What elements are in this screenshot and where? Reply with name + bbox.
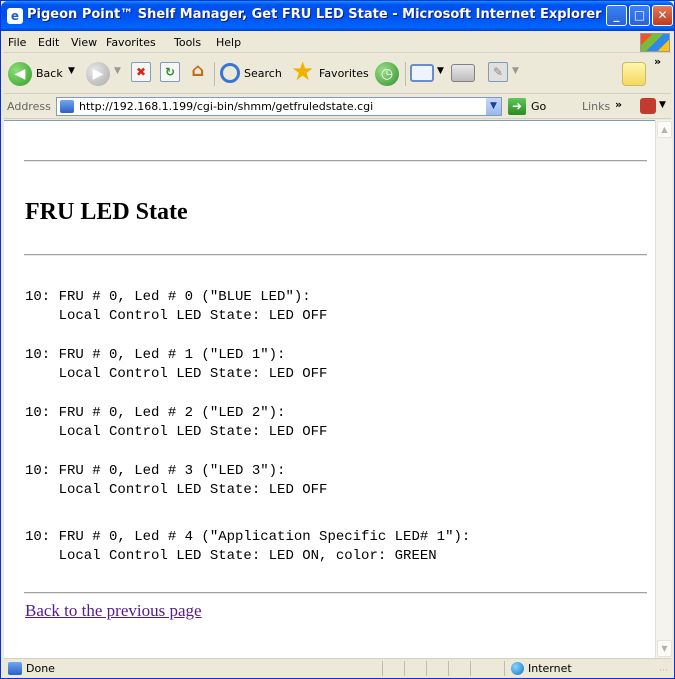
menu-view[interactable]: View: [71, 36, 97, 49]
search-icon[interactable]: [220, 63, 240, 83]
stop-icon[interactable]: ✖: [131, 62, 151, 82]
extension-dropdown-icon[interactable]: ▼: [659, 100, 666, 110]
led-entry-0-header: 10: FRU # 0, Led # 0 ("BLUE LED"):: [25, 289, 311, 305]
vertical-scrollbar[interactable]: ▲ ▼: [655, 120, 672, 658]
menu-edit[interactable]: Edit: [38, 36, 59, 49]
close-button[interactable]: ✕: [652, 5, 673, 26]
forward-dropdown-icon[interactable]: ▼: [114, 66, 121, 76]
address-url[interactable]: http://192.168.1.199/cgi-bin/shmm/getfru…: [79, 100, 373, 113]
led-entry-1-header: 10: FRU # 0, Led # 1 ("LED 1"):: [25, 347, 286, 363]
search-button-label[interactable]: Search: [244, 67, 282, 80]
scroll-down-icon[interactable]: ▼: [657, 640, 672, 657]
title-bar[interactable]: e Pigeon Point™ Shelf Manager, Get FRU L…: [1, 1, 674, 31]
menu-tools[interactable]: Tools: [174, 36, 201, 49]
page-icon: [60, 100, 74, 113]
bottom-divider: [24, 592, 647, 594]
led-entry-4-header: 10: FRU # 0, Led # 4 ("Application Speci…: [25, 529, 471, 545]
menu-favorites[interactable]: Favorites: [106, 36, 156, 49]
edit-dropdown-icon[interactable]: ▼: [512, 66, 519, 76]
favorites-button-label[interactable]: Favorites: [319, 67, 369, 80]
mail-dropdown-icon[interactable]: ▼: [437, 66, 444, 76]
links-label[interactable]: Links: [582, 100, 610, 113]
windows-logo-icon: [640, 33, 670, 52]
maximize-button[interactable]: □: [629, 5, 650, 26]
top-divider: [24, 160, 647, 162]
address-dropdown-icon[interactable]: ▼: [486, 98, 501, 115]
browser-window: e Pigeon Point™ Shelf Manager, Get FRU L…: [0, 0, 675, 679]
back-button-label[interactable]: Back: [36, 67, 63, 80]
favorites-star-icon[interactable]: ★: [291, 58, 314, 86]
back-arrow-icon[interactable]: ◀: [8, 62, 32, 86]
mail-icon[interactable]: [410, 64, 434, 82]
led-entry-2-header: 10: FRU # 0, Led # 2 ("LED 2"):: [25, 405, 286, 421]
home-icon[interactable]: ⌂: [188, 62, 208, 82]
back-dropdown-icon[interactable]: ▼: [68, 66, 75, 76]
led-entry-4-state: Local Control LED State: LED ON, color: …: [25, 548, 437, 564]
heading-divider: [24, 254, 647, 256]
address-label: Address: [7, 100, 51, 113]
minimize-button[interactable]: _: [606, 5, 627, 26]
led-entry-3-header: 10: FRU # 0, Led # 3 ("LED 3"):: [25, 463, 286, 479]
ie-page-icon: e: [7, 8, 23, 24]
go-arrow-icon[interactable]: ➜: [508, 98, 526, 115]
back-to-previous-page-link[interactable]: Back to the previous page: [25, 601, 202, 621]
discuss-icon[interactable]: [622, 62, 646, 86]
history-icon[interactable]: ◷: [375, 62, 399, 86]
globe-icon: [511, 662, 524, 675]
ie-page-icon: [8, 662, 22, 675]
standard-toolbar: ◀ Back ▼ ▶ ▼ ✖ ↻ ⌂ Search ★ Favorites ◷ …: [4, 54, 671, 94]
links-chevron-icon[interactable]: »: [615, 98, 622, 111]
address-bar: Address http://192.168.1.199/cgi-bin/shm…: [4, 95, 671, 119]
toolbar-overflow-chevron-icon[interactable]: »: [654, 55, 661, 68]
menu-bar: File Edit View Favorites Tools Help: [4, 32, 671, 53]
address-input[interactable]: http://192.168.1.199/cgi-bin/shmm/getfru…: [56, 97, 502, 116]
led-entry-1-state: Local Control LED State: LED OFF: [25, 366, 328, 382]
print-icon[interactable]: [451, 64, 475, 82]
scroll-up-icon[interactable]: ▲: [657, 121, 672, 138]
go-button-label[interactable]: Go: [531, 100, 546, 113]
page-title: FRU LED State: [25, 199, 188, 225]
led-entry-3-state: Local Control LED State: LED OFF: [25, 482, 328, 498]
extension-icon[interactable]: [640, 98, 656, 114]
led-entry-0-state: Local Control LED State: LED OFF: [25, 308, 328, 324]
status-bar: Done Internet ⋯: [4, 658, 671, 678]
resize-grip-icon[interactable]: ⋯: [659, 666, 668, 676]
menu-help[interactable]: Help: [216, 36, 241, 49]
menu-file[interactable]: File: [8, 36, 26, 49]
security-zone: Internet: [528, 662, 572, 675]
window-title: Pigeon Point™ Shelf Manager, Get FRU LED…: [27, 7, 602, 22]
status-text: Done: [26, 662, 55, 675]
edit-icon[interactable]: ✎: [488, 62, 508, 82]
page-content: FRU LED State 10: FRU # 0, Led # 0 ("BLU…: [4, 120, 655, 658]
forward-arrow-icon[interactable]: ▶: [86, 62, 110, 86]
led-entry-2-state: Local Control LED State: LED OFF: [25, 424, 328, 440]
refresh-icon[interactable]: ↻: [160, 62, 180, 82]
